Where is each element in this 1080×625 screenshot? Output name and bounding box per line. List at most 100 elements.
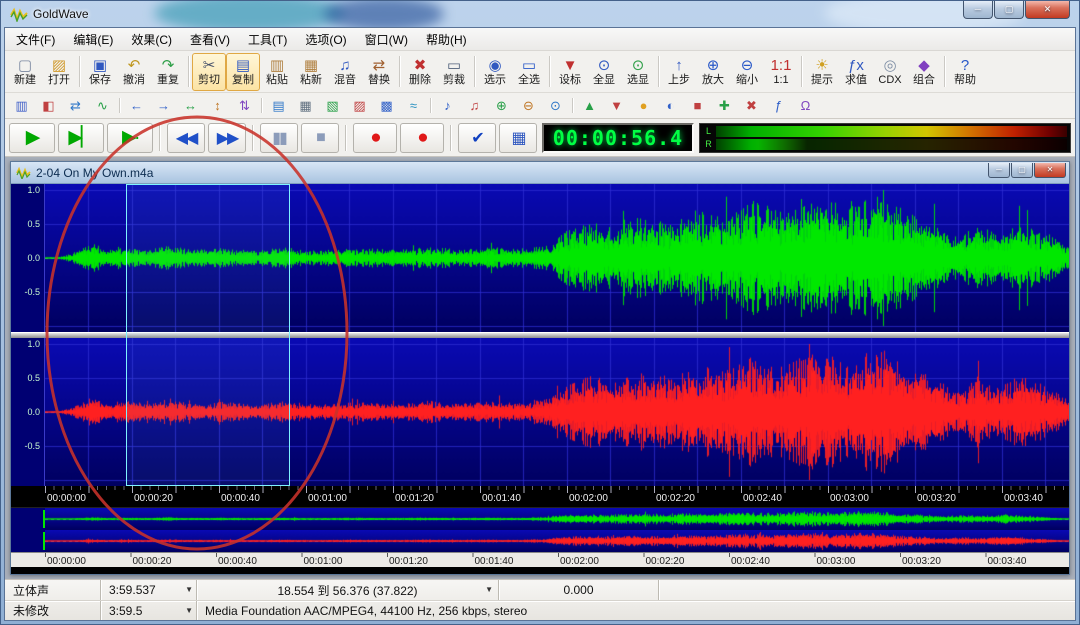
effect-toolbar-button[interactable]: ◧ xyxy=(35,95,62,117)
dropdown-arrow-icon[interactable]: ▼ xyxy=(485,585,493,594)
effect-toolbar-button[interactable]: ▦ xyxy=(292,95,319,117)
effect-toolbar-button[interactable]: ⇄ xyxy=(62,95,89,117)
effect-toolbar-button[interactable]: ♪ xyxy=(434,95,461,117)
transport-button-icon: ◀◀ xyxy=(176,128,197,148)
dropdown-arrow-icon[interactable]: ▼ xyxy=(185,585,193,594)
toolbar-button[interactable]: ⇄ 替换 xyxy=(362,53,396,91)
effect-toolbar-button[interactable]: ◐ xyxy=(657,95,684,117)
document-maximize-button[interactable]: ▢ xyxy=(1011,163,1033,178)
document-close-button[interactable]: ✕ xyxy=(1034,163,1066,178)
menu-item[interactable]: 查看(V) xyxy=(181,28,239,51)
toolbar-button[interactable]: ▦ 粘新 xyxy=(294,53,328,91)
toolbar-button[interactable]: ◉ 选示 xyxy=(478,53,512,91)
toolbar-button[interactable]: ♫ 混音 xyxy=(328,53,362,91)
toolbar-button-icon: ▥ xyxy=(270,57,284,74)
effect-toolbar-button[interactable]: ⊖ xyxy=(515,95,542,117)
toolbar-button[interactable]: ↶ 撤消 xyxy=(117,53,151,91)
toolbar-button[interactable]: ƒx 求值 xyxy=(839,53,873,91)
effect-toolbar-button[interactable]: ▼ xyxy=(603,95,630,117)
effect-toolbar-button[interactable]: ♫ xyxy=(461,95,488,117)
effect-toolbar-button[interactable]: Ω xyxy=(792,95,819,117)
transport-button[interactable]: ▶▶ xyxy=(208,123,246,153)
toolbar-button[interactable]: ✂ 剪切 xyxy=(192,53,226,91)
transport-button[interactable]: ▶ xyxy=(9,123,55,153)
effect-toolbar-button[interactable]: ≈ xyxy=(400,95,427,117)
effect-toolbar-button[interactable]: ▤ xyxy=(265,95,292,117)
effect-toolbar-button[interactable]: ■ xyxy=(684,95,711,117)
toolbar-button[interactable]: ◎ CDX xyxy=(873,53,907,91)
toolbar-button[interactable]: ↑ 上步 xyxy=(662,53,696,91)
menu-item[interactable]: 效果(C) xyxy=(122,28,181,51)
toolbar-button[interactable]: ▣ 保存 xyxy=(83,53,117,91)
transport-button[interactable]: ● xyxy=(400,123,444,153)
toolbar-button[interactable]: ▥ 粘贴 xyxy=(260,53,294,91)
effect-tool-icon: ▨ xyxy=(353,99,365,113)
document-minimize-button[interactable]: ─ xyxy=(988,163,1010,178)
toolbar-button[interactable]: ▭ 剪裁 xyxy=(437,53,471,91)
effect-toolbar-button[interactable]: ✖ xyxy=(738,95,765,117)
menu-item[interactable]: 工具(T) xyxy=(239,28,296,51)
overview-right-waveform[interactable] xyxy=(45,530,1069,552)
effect-toolbar-button[interactable]: → xyxy=(150,95,177,117)
effect-toolbar-button[interactable]: ⇅ xyxy=(231,95,258,117)
toolbar-button[interactable]: ▤ 复制 xyxy=(226,53,260,91)
overview-left-waveform[interactable] xyxy=(45,508,1069,530)
dropdown-arrow-icon[interactable]: ▼ xyxy=(185,606,193,615)
effect-toolbar-button[interactable]: ● xyxy=(630,95,657,117)
toolbar-button[interactable]: ▨ 打开 xyxy=(42,53,76,91)
toolbar-button[interactable]: ▢ 新建 xyxy=(8,53,42,91)
effect-toolbar-button[interactable]: ▲ xyxy=(576,95,603,117)
amplitude-ruler-left[interactable]: 1.00.50.0-0.5 xyxy=(11,184,45,332)
transport-button[interactable]: ◀◀ xyxy=(167,123,205,153)
toolbar-button[interactable]: ☀ 提示 xyxy=(805,53,839,91)
effect-toolbar-button[interactable]: ▧ xyxy=(319,95,346,117)
effect-toolbar-button[interactable]: ✚ xyxy=(711,95,738,117)
effect-toolbar-button[interactable]: ƒ xyxy=(765,95,792,117)
effect-toolbar-button[interactable]: ← xyxy=(123,95,150,117)
title-bar[interactable]: GoldWave ─ ▢ ✕ xyxy=(4,1,1076,27)
effect-toolbar-button[interactable]: ▨ xyxy=(346,95,373,117)
menu-item[interactable]: 编辑(E) xyxy=(64,28,122,51)
toolbar-button[interactable]: ▼ 设标 xyxy=(553,53,587,91)
toolbar-button[interactable]: ✖ 删除 xyxy=(403,53,437,91)
effect-toolbar-button[interactable]: ▥ xyxy=(8,95,35,117)
effect-toolbar-button[interactable]: ⊕ xyxy=(488,95,515,117)
toolbar-button[interactable]: ⊙ 选显 xyxy=(621,53,655,91)
close-button[interactable]: ✕ xyxy=(1025,1,1070,19)
toolbar-button[interactable]: ◆ 组合 xyxy=(907,53,941,91)
amplitude-ruler-right[interactable]: 1.00.50.0-0.5 xyxy=(11,338,45,486)
toolbar-separator xyxy=(119,98,120,113)
effect-toolbar-button[interactable]: ∿ xyxy=(89,95,116,117)
effect-toolbar-button[interactable]: ▩ xyxy=(373,95,400,117)
effect-toolbar-button[interactable]: ⊙ xyxy=(542,95,569,117)
transport-button[interactable]: ■ xyxy=(301,123,339,153)
toolbar-button[interactable]: ⊙ 全显 xyxy=(587,53,621,91)
transport-button[interactable]: ▶∙ xyxy=(107,123,153,153)
effect-toolbar-button[interactable]: ↔ xyxy=(177,95,204,117)
time-ruler[interactable]: 00:00:0000:00:2000:00:4000:01:0000:01:20… xyxy=(11,486,1069,507)
transport-button[interactable]: ▮▮ xyxy=(260,123,298,153)
toolbar-button[interactable]: ⊕ 放大 xyxy=(696,53,730,91)
toolbar-button[interactable]: 1:1 1:1 xyxy=(764,53,798,91)
toolbar-button-label: 全显 xyxy=(593,74,615,87)
document-title-bar[interactable]: 2-04 On My Own.m4a ─ ▢ ✕ xyxy=(11,162,1069,184)
menu-item[interactable]: 文件(F) xyxy=(7,28,64,51)
menu-item[interactable]: 窗口(W) xyxy=(356,28,417,51)
maximize-button[interactable]: ▢ xyxy=(994,1,1024,19)
time-tick-label: 00:01:20 xyxy=(395,493,434,504)
effect-toolbar-button[interactable]: ↕ xyxy=(204,95,231,117)
toolbar-button[interactable]: ? 帮助 xyxy=(948,53,982,91)
transport-button[interactable]: ✔ xyxy=(458,123,496,153)
minimize-button[interactable]: ─ xyxy=(963,1,993,19)
menu-item[interactable]: 选项(O) xyxy=(296,28,355,51)
toolbar-button-icon: ↑ xyxy=(675,57,683,74)
transport-button[interactable]: ● xyxy=(353,123,397,153)
toolbar-button[interactable]: ▭ 全选 xyxy=(512,53,546,91)
menu-item[interactable]: 帮助(H) xyxy=(417,28,476,51)
toolbar-button[interactable]: ↷ 重复 xyxy=(151,53,185,91)
toolbar-button[interactable]: ⊖ 缩小 xyxy=(730,53,764,91)
selection-overlay[interactable] xyxy=(126,184,291,486)
transport-button[interactable]: ▶▏ xyxy=(58,123,104,153)
transport-button[interactable]: ▦ xyxy=(499,123,537,153)
overview-panel[interactable] xyxy=(11,507,1069,552)
